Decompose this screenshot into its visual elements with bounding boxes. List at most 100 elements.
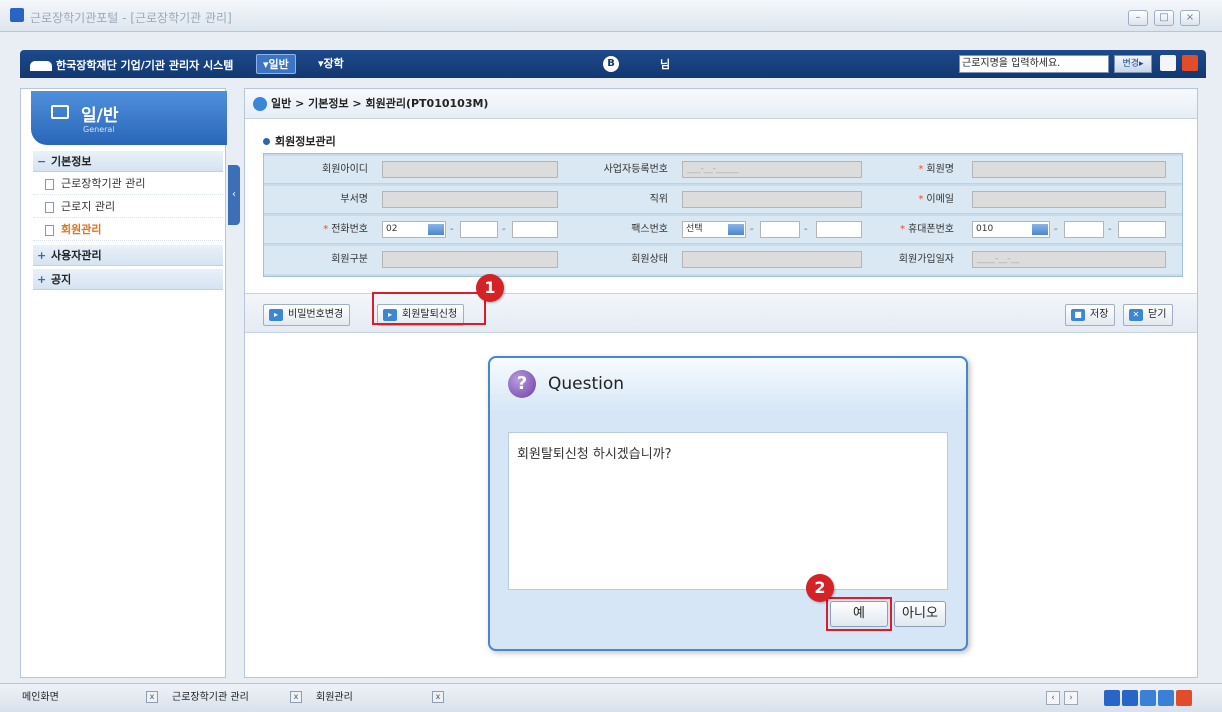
workplace-search-input[interactable]: 근로지명을 입력하세요. (959, 55, 1109, 73)
close-tab-icon[interactable]: x (432, 691, 444, 703)
member-id-field[interactable] (382, 161, 558, 178)
position-field[interactable] (682, 191, 862, 208)
window-title: 근로장학기관포털 - [근로장학기관 관리] (30, 11, 232, 25)
mobile-middle-input[interactable] (1064, 221, 1104, 238)
separator: - (502, 224, 506, 235)
member-form: 회원아이디 사업자등록번호 ___-__-_____ * 회원명 부서명 직위 *… (263, 153, 1183, 277)
label-text: 회원명 (926, 164, 954, 175)
highlight-withdraw (372, 292, 486, 325)
position-label: 직위 (649, 194, 668, 205)
sidebar-item-institution[interactable]: 근로장학기관 관리 (33, 173, 223, 195)
fax-select-value: 선택 (686, 224, 703, 234)
globe-icon (253, 97, 267, 111)
fax-prefix-select[interactable]: 선택 (682, 221, 746, 238)
sidebar-toggle-button[interactable]: ‹ (228, 165, 240, 225)
bullet-icon (263, 138, 270, 145)
sidebar-title: 일/반 (81, 106, 119, 126)
dialog-message: 회원탈퇴신청 하시겠습니까? (508, 432, 948, 590)
window-edit-icon[interactable] (1158, 690, 1174, 706)
prev-tab-button[interactable]: ‹ (1046, 691, 1060, 705)
no-button[interactable]: 아니오 (894, 601, 946, 627)
sidebar-item-label: 근로장학기관 관리 (61, 177, 146, 190)
member-name-field[interactable] (972, 161, 1166, 178)
breadcrumb: 일반 > 기본정보 > 회원관리(PT010103M) (245, 89, 1197, 119)
separator: - (1108, 224, 1112, 235)
sidebar-group-basic-info[interactable]: − 기본정보 (33, 151, 223, 172)
phone-prefix-value: 02 (386, 224, 398, 234)
change-password-button[interactable]: ▸ 비밀번호변경 (263, 304, 351, 326)
close-tab-icon[interactable]: x (290, 691, 302, 703)
window-cascade-icon[interactable] (1140, 690, 1156, 706)
member-type-field[interactable] (382, 251, 558, 268)
dept-field[interactable] (382, 191, 558, 208)
label-text: 전화번호 (331, 224, 368, 235)
sidebar-group-notice[interactable]: + 공지 (33, 269, 223, 290)
logout-icon[interactable] (1182, 55, 1198, 71)
mobile-prefix-select[interactable]: 010 (972, 221, 1050, 238)
dropdown-arrow-icon (1032, 224, 1048, 235)
save-icon: ■ (1071, 309, 1085, 321)
expand-icon: + (37, 249, 47, 262)
section-title-text: 회원정보관리 (275, 135, 336, 148)
required-mark: * (918, 194, 924, 205)
close-tab-icon[interactable]: x (146, 691, 158, 703)
logo-text: 한국장학재단 기업/기관 관리자 시스템 (56, 59, 234, 72)
user-mark-icon: B (603, 56, 619, 72)
arrow-icon: ▸ (269, 309, 283, 321)
mobile-prefix-value: 010 (976, 224, 994, 234)
tab-general[interactable]: ▾일반 (256, 54, 296, 74)
task-tab-institution[interactable]: 근로장학기관 관리 (172, 689, 249, 707)
phone-middle-input[interactable] (460, 221, 498, 238)
separator: - (450, 224, 454, 235)
join-date-field[interactable]: ____-__-__ (972, 251, 1166, 268)
document-icon (45, 202, 54, 213)
form-row: * 전화번호 02 - - 팩스번호 선택 - - * 휴대폰번호 010 - - (264, 216, 1182, 244)
tile-view-icon[interactable] (1104, 690, 1120, 706)
member-name-label: * 회원명 (840, 156, 962, 183)
phone-last-input[interactable] (512, 221, 558, 238)
collapse-icon: − (37, 155, 47, 168)
taskbar: 메인화면 x 근로장학기관 관리 x 회원관리 x ‹ › (0, 683, 1222, 712)
question-dialog: ? Question 회원탈퇴신청 하시겠습니까? 예 아니오 (488, 356, 968, 651)
sidebar-group-user-management[interactable]: + 사용자관리 (33, 245, 223, 266)
sidebar-group-label: 기본정보 (51, 155, 92, 168)
separator: - (804, 224, 808, 235)
sidebar-group-label: 공지 (51, 273, 72, 286)
close-window-button[interactable]: × (1180, 10, 1200, 26)
phone-prefix-select[interactable]: 02 (382, 221, 446, 238)
list-view-icon[interactable] (1122, 690, 1138, 706)
user-icon[interactable] (1160, 55, 1176, 71)
step-badge-1: 1 (476, 274, 504, 302)
tab-scholarship[interactable]: ▾장학 (312, 54, 350, 74)
sidebar-item-label: 근로지 관리 (61, 200, 116, 213)
button-label: 닫기 (1148, 309, 1167, 320)
dropdown-arrow-icon (428, 224, 444, 235)
form-row: 부서명 직위 * 이메일 (264, 186, 1182, 214)
biz-no-field[interactable]: ___-__-_____ (682, 161, 862, 178)
fax-middle-input[interactable] (760, 221, 800, 238)
button-label: 비밀번호변경 (288, 309, 344, 320)
label-text: 휴대폰번호 (908, 224, 954, 235)
dialog-title: Question (548, 374, 625, 394)
next-tab-button[interactable]: › (1064, 691, 1078, 705)
sidebar-item-workplace[interactable]: 근로지 관리 (33, 196, 223, 218)
maximize-button[interactable]: □ (1154, 10, 1174, 26)
close-all-icon[interactable] (1176, 690, 1192, 706)
task-tab-main[interactable]: 메인화면 (22, 689, 59, 707)
sidebar-item-member[interactable]: 회원관리 (33, 219, 223, 241)
member-status-field[interactable] (682, 251, 862, 268)
app-icon (10, 8, 24, 22)
task-tab-member[interactable]: 회원관리 (316, 689, 353, 707)
document-icon (45, 179, 54, 190)
change-button[interactable]: 변경▸ (1114, 55, 1152, 73)
required-mark: * (323, 224, 329, 235)
email-field[interactable] (972, 191, 1166, 208)
save-button[interactable]: ■ 저장 (1065, 304, 1116, 326)
step-badge-2: 2 (806, 574, 834, 602)
button-label: 저장 (1090, 309, 1109, 320)
close-button[interactable]: ✕ 닫기 (1123, 304, 1174, 326)
computer-icon (51, 105, 69, 119)
label-text: 이메일 (926, 194, 954, 205)
minimize-button[interactable]: – (1128, 10, 1148, 26)
mobile-last-input[interactable] (1118, 221, 1166, 238)
